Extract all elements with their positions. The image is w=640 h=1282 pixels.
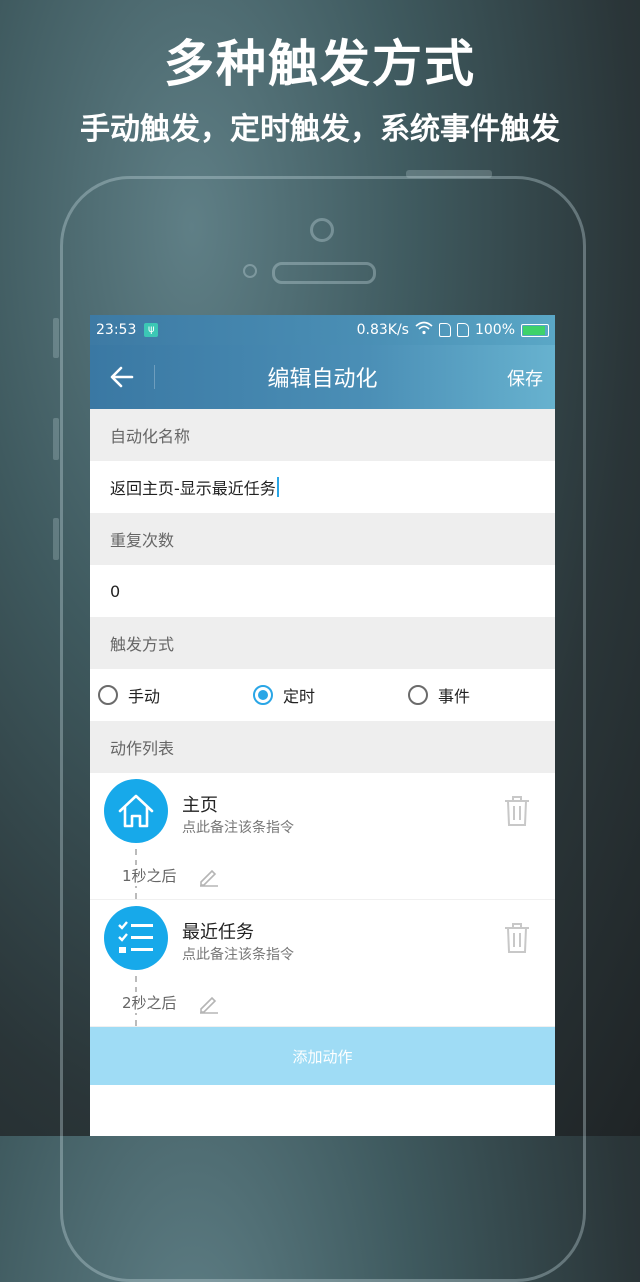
trigger-label-event: 事件 <box>438 687 471 706</box>
action-name: 主页 <box>182 795 218 816</box>
radio-event[interactable] <box>408 685 428 705</box>
radio-manual[interactable] <box>98 685 118 705</box>
action-note[interactable]: 点此备注该条指令 <box>182 817 294 837</box>
add-action-button[interactable]: 添加动作 <box>90 1027 555 1085</box>
repeat-count-value: 0 <box>110 581 121 601</box>
pencil-icon[interactable] <box>198 865 220 891</box>
back-button[interactable] <box>90 345 154 409</box>
text-cursor <box>276 477 279 497</box>
trigger-option-timed[interactable]: 定时 <box>245 683 400 707</box>
phone-mute-switch <box>53 318 59 358</box>
trigger-section-header: 触发方式 <box>90 617 555 669</box>
arrow-left-icon <box>110 366 134 388</box>
trash-icon[interactable] <box>503 795 531 831</box>
action-note[interactable]: 点此备注该条指令 <box>182 944 294 964</box>
phone-power-button <box>406 170 492 178</box>
battery-percent: 100% <box>474 322 515 338</box>
promo-subtitle: 手动触发，定时触发，系统事件触发 <box>80 112 560 147</box>
trigger-option-event[interactable]: 事件 <box>400 683 555 707</box>
home-icon <box>104 779 168 843</box>
status-bar: 23:53 ψ 0.83K/s 100% <box>90 315 555 345</box>
repeat-count-input[interactable]: 0 <box>90 565 555 617</box>
page-title: 编辑自动化 <box>267 367 378 392</box>
trigger-label-manual: 手动 <box>128 687 161 706</box>
phone-volume-up <box>53 418 59 460</box>
phone-volume-down <box>53 518 59 560</box>
trigger-label-timed: 定时 <box>283 687 316 706</box>
phone-screen: 23:53 ψ 0.83K/s 100% 编辑自动化 保存 自动化名称 返回主页… <box>90 315 555 1136</box>
trash-icon[interactable] <box>503 922 531 958</box>
wifi-icon <box>415 321 433 339</box>
appbar-divider <box>154 365 155 389</box>
list-item[interactable]: 主页 点此备注该条指令 1秒之后 <box>90 773 555 900</box>
actions-section-header: 动作列表 <box>90 721 555 773</box>
sim-card-icon <box>438 323 451 337</box>
trigger-option-manual[interactable]: 手动 <box>90 683 245 707</box>
phone-camera <box>310 218 334 242</box>
name-input-value: 返回主页-显示最近任务 <box>110 479 276 498</box>
delay-label: 1秒之后 <box>122 865 183 886</box>
trigger-radio-group: 手动 定时 事件 <box>90 669 555 721</box>
list-icon <box>104 906 168 970</box>
radio-timed[interactable] <box>253 685 273 705</box>
battery-icon <box>521 323 549 337</box>
action-name: 最近任务 <box>182 922 254 943</box>
repeat-section-header: 重复次数 <box>90 513 555 565</box>
app-bar: 编辑自动化 保存 <box>90 345 555 409</box>
network-speed: 0.83K/s <box>356 322 409 338</box>
list-item[interactable]: 最近任务 点此备注该条指令 2秒之后 <box>90 900 555 1027</box>
name-input[interactable]: 返回主页-显示最近任务 <box>90 461 555 513</box>
name-section-header: 自动化名称 <box>90 409 555 461</box>
usb-icon: ψ <box>144 323 159 337</box>
sim-card-icon <box>456 323 469 337</box>
delay-label: 2秒之后 <box>122 992 183 1013</box>
phone-speaker <box>272 262 376 284</box>
pencil-icon[interactable] <box>198 992 220 1018</box>
save-button[interactable]: 保存 <box>507 365 543 391</box>
promo-title: 多种触发方式 <box>164 35 476 93</box>
phone-sensor <box>243 264 257 278</box>
status-time: 23:53 <box>96 322 137 338</box>
